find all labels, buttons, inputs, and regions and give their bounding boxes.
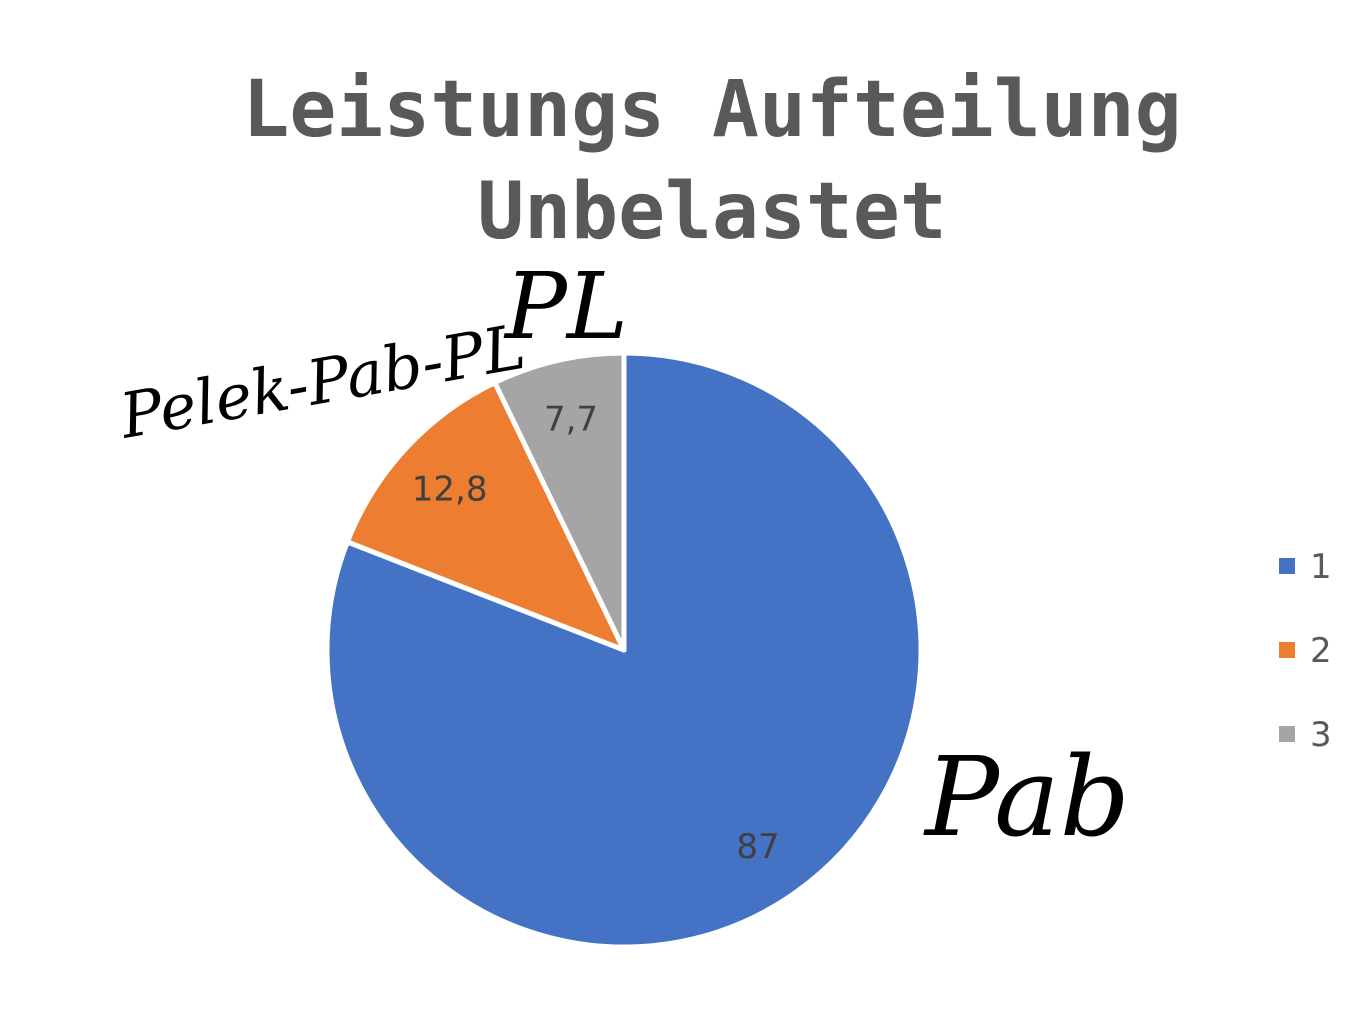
legend-swatch-3 xyxy=(1279,726,1295,742)
legend-swatch-1 xyxy=(1279,558,1295,574)
chart-title: Leistungs Aufteilung Unbelastet xyxy=(242,65,1181,257)
data-label-3: 7,7 xyxy=(544,399,598,439)
data-label-1: 87 xyxy=(736,827,779,867)
legend: 1 2 3 xyxy=(1279,547,1332,755)
legend-label-1: 1 xyxy=(1310,547,1332,587)
legend-label-2: 2 xyxy=(1310,631,1332,671)
chart-title-line-2: Unbelastet xyxy=(477,167,947,257)
pie-chart: Leistungs Aufteilung Unbelastet 87 12,8 7,… xyxy=(114,65,1332,950)
annotation-pab: Pab xyxy=(923,733,1130,861)
chart-title-line-1: Leistungs Aufteilung xyxy=(242,65,1181,155)
legend-swatch-2 xyxy=(1279,642,1295,658)
annotation-pl: PL xyxy=(503,253,628,360)
legend-label-3: 3 xyxy=(1310,715,1332,755)
pie-slices xyxy=(324,350,924,950)
data-label-2: 12,8 xyxy=(412,470,488,510)
